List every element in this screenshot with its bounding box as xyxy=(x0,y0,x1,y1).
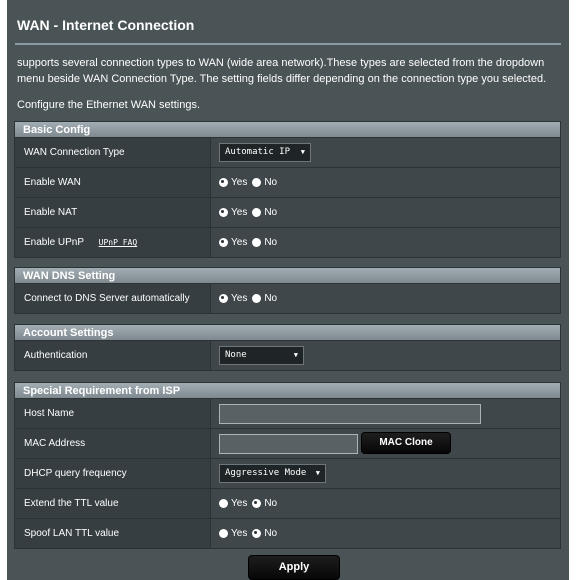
connect-dns-yes-radio[interactable] xyxy=(219,294,228,303)
connect-dns-radio-group: Yes No xyxy=(219,293,282,304)
enable-nat-yes-radio[interactable] xyxy=(219,208,228,217)
extend-ttl-row: Extend the TTL value Yes No xyxy=(14,489,561,519)
radio-yes-label: Yes xyxy=(231,293,248,304)
enable-wan-yes-radio[interactable] xyxy=(219,178,228,187)
wan-connection-type-value: Automatic IP xyxy=(225,147,291,157)
title-divider xyxy=(15,43,561,45)
apply-button[interactable]: Apply xyxy=(248,555,340,580)
extend-ttl-yes-radio[interactable] xyxy=(219,499,228,508)
connect-dns-row: Connect to DNS Server automatically Yes … xyxy=(14,284,561,314)
enable-upnp-yes-radio[interactable] xyxy=(219,238,228,247)
enable-nat-radio-group: Yes No xyxy=(219,207,282,218)
dhcp-query-label: DHCP query frequency xyxy=(15,459,211,488)
radio-no-label: No xyxy=(264,528,278,539)
host-name-label: Host Name xyxy=(15,399,211,428)
spoof-ttl-radio-group: Yes No xyxy=(219,528,282,539)
radio-no-label: No xyxy=(264,177,278,188)
authentication-label: Authentication xyxy=(15,341,211,370)
dhcp-query-row: DHCP query frequency Aggressive Mode ▼ xyxy=(14,459,561,489)
enable-wan-radio-group: Yes No xyxy=(219,177,282,188)
dhcp-query-value: Aggressive Mode xyxy=(225,468,307,478)
radio-yes-label: Yes xyxy=(231,528,248,539)
configure-text: Configure the Ethernet WAN settings. xyxy=(17,99,201,111)
mac-clone-button[interactable]: MAC Clone xyxy=(361,432,451,454)
radio-no-label: No xyxy=(264,237,278,248)
radio-yes-label: Yes xyxy=(231,207,248,218)
extend-ttl-radio-group: Yes No xyxy=(219,498,282,509)
basic-config-header: Basic Config xyxy=(14,121,561,138)
connect-dns-no-radio[interactable] xyxy=(252,294,262,303)
enable-upnp-radio-group: Yes No xyxy=(219,237,282,248)
spoof-ttl-yes-radio[interactable] xyxy=(219,529,228,538)
wan-connection-type-row: WAN Connection Type Automatic IP ▼ xyxy=(14,138,561,168)
connect-dns-label: Connect to DNS Server automatically xyxy=(15,284,211,313)
page-title: WAN - Internet Connection xyxy=(17,17,195,33)
wan-dns-header: WAN DNS Setting xyxy=(14,267,561,284)
enable-nat-label: Enable NAT xyxy=(15,198,211,227)
enable-upnp-label-cell: Enable UPnP UPnP_FAQ xyxy=(15,228,211,257)
wan-connection-type-label: WAN Connection Type xyxy=(15,138,211,167)
extend-ttl-no-radio[interactable] xyxy=(252,499,262,508)
enable-wan-row: Enable WAN Yes No xyxy=(14,168,561,198)
spoof-ttl-no-radio[interactable] xyxy=(252,529,262,538)
enable-upnp-row: Enable UPnP UPnP_FAQ Yes No xyxy=(14,228,561,258)
authentication-row: Authentication None ▼ xyxy=(14,341,561,371)
upnp-faq-link[interactable]: UPnP_FAQ xyxy=(99,238,138,247)
spoof-ttl-label: Spoof LAN TTL value xyxy=(15,519,211,548)
isp-requirement-header: Special Requirement from ISP xyxy=(14,382,561,399)
mac-address-row: MAC Address MAC Clone xyxy=(14,429,561,459)
wan-dns-section: WAN DNS Setting Connect to DNS Server au… xyxy=(14,267,561,314)
enable-upnp-label: Enable UPnP xyxy=(24,237,84,248)
chevron-down-icon: ▼ xyxy=(315,469,320,477)
radio-yes-label: Yes xyxy=(231,177,248,188)
isp-requirement-section: Special Requirement from ISP Host Name M… xyxy=(14,382,561,549)
radio-no-label: No xyxy=(264,498,278,509)
page-description: supports several connection types to WAN… xyxy=(17,57,547,85)
host-name-input[interactable] xyxy=(219,404,481,424)
radio-no-label: No xyxy=(264,293,278,304)
authentication-select[interactable]: None ▼ xyxy=(219,346,304,365)
radio-no-label: No xyxy=(264,207,278,218)
wan-connection-type-select[interactable]: Automatic IP ▼ xyxy=(219,143,311,162)
enable-wan-label: Enable WAN xyxy=(15,168,211,197)
enable-wan-no-radio[interactable] xyxy=(252,178,262,187)
enable-nat-row: Enable NAT Yes No xyxy=(14,198,561,228)
enable-nat-no-radio[interactable] xyxy=(252,208,262,217)
dhcp-query-select[interactable]: Aggressive Mode ▼ xyxy=(219,464,326,483)
spoof-ttl-row: Spoof LAN TTL value Yes No xyxy=(14,519,561,549)
mac-address-input[interactable] xyxy=(219,434,358,454)
basic-config-section: Basic Config WAN Connection Type Automat… xyxy=(14,121,561,258)
radio-yes-label: Yes xyxy=(231,237,248,248)
account-settings-header: Account Settings xyxy=(14,324,561,341)
chevron-down-icon: ▼ xyxy=(300,148,305,156)
mac-address-label: MAC Address xyxy=(15,429,211,458)
chevron-down-icon: ▼ xyxy=(293,351,298,359)
enable-upnp-no-radio[interactable] xyxy=(252,238,262,247)
host-name-row: Host Name xyxy=(14,399,561,429)
radio-yes-label: Yes xyxy=(231,498,248,509)
wan-settings-panel: WAN - Internet Connection supports sever… xyxy=(7,0,569,580)
authentication-value: None xyxy=(225,350,247,360)
account-settings-section: Account Settings Authentication None ▼ xyxy=(14,324,561,371)
extend-ttl-label: Extend the TTL value xyxy=(15,489,211,518)
